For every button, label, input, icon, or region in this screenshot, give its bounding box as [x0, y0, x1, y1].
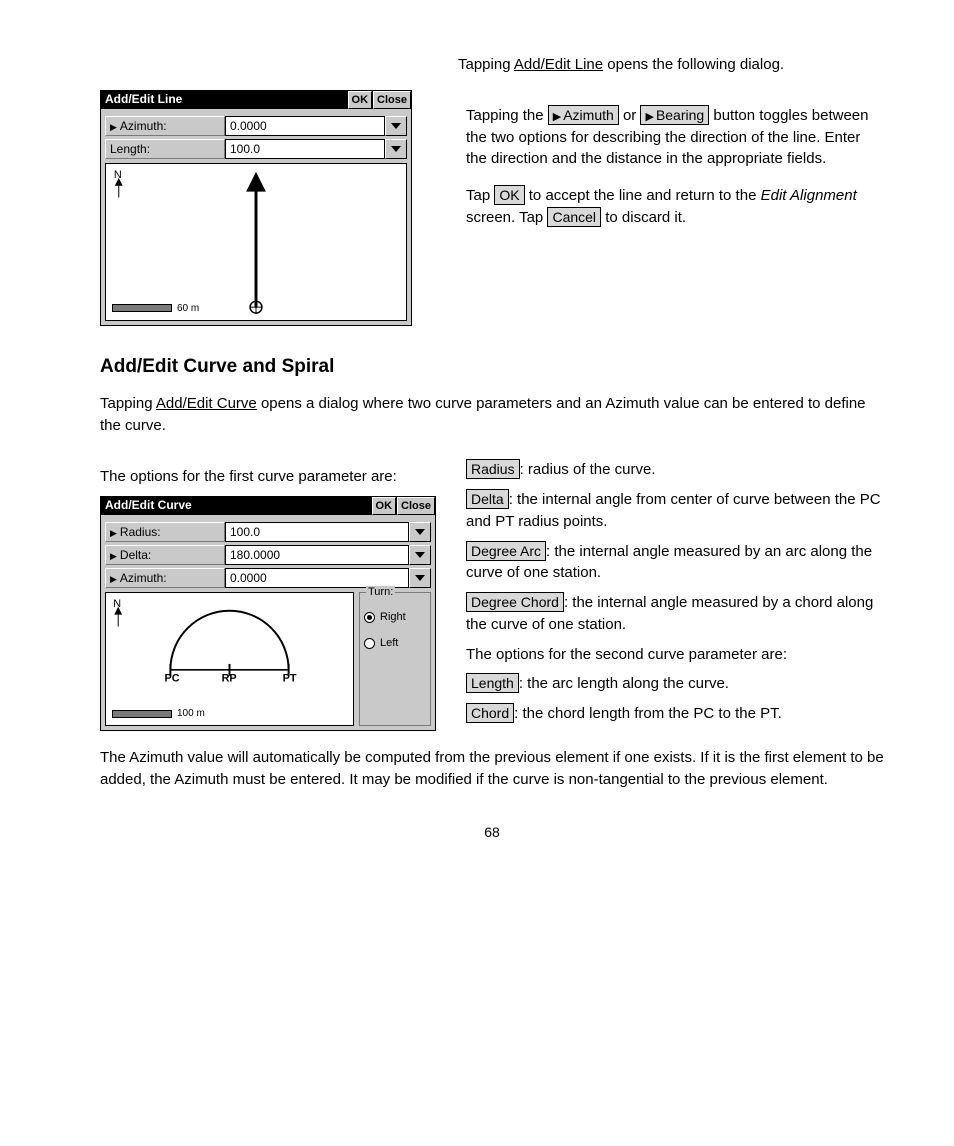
opt-length: Length: the arc length along the curve.: [466, 673, 884, 695]
delta-button-ref: Delta: [466, 489, 509, 509]
line-para-1: Tapping the ▶Azimuth or ▶Bearing button …: [466, 105, 884, 170]
degree-arc-button-ref: Degree Arc: [466, 541, 546, 561]
add-edit-line-link: Add/Edit Line: [514, 56, 603, 73]
add-edit-line-dialog: Add/Edit Line OK Close ▶Azimuth: 0.0000 …: [100, 90, 412, 326]
options-intro: The options for the first curve paramete…: [100, 466, 448, 488]
line-lead-sentence: Tapping Add/Edit Line opens the followin…: [458, 54, 884, 76]
opt-degree-arc: Degree Arc: the internal angle measured …: [466, 541, 884, 585]
ok-button-ref: OK: [494, 185, 524, 205]
curve-lead-sentence: Tapping Add/Edit Curve opens a dialog wh…: [100, 393, 884, 437]
cancel-button-ref: Cancel: [547, 207, 601, 227]
azimuth-dropdown[interactable]: [385, 116, 407, 136]
dialog-titlebar: Add/Edit Line OK Close: [101, 91, 411, 109]
opt-radius: Radius: radius of the curve.: [466, 459, 884, 481]
ok-button[interactable]: OK: [372, 497, 397, 515]
chord-button-ref: Chord: [466, 703, 514, 723]
radius-input[interactable]: 100.0: [225, 522, 409, 542]
delta-input[interactable]: 180.0000: [225, 545, 409, 565]
close-button[interactable]: Close: [397, 497, 435, 515]
close-button[interactable]: Close: [373, 91, 411, 109]
degree-chord-button-ref: Degree Chord: [466, 592, 564, 612]
options2-intro: The options for the second curve paramet…: [466, 644, 884, 666]
azimuth-input[interactable]: 0.0000: [225, 568, 409, 588]
svg-text:PT: PT: [283, 673, 297, 685]
dialog-titlebar: Add/Edit Curve OK Close: [101, 497, 435, 515]
azimuth-picklist[interactable]: ▶Azimuth:: [105, 116, 225, 136]
svg-text:RP: RP: [222, 673, 237, 685]
add-edit-curve-dialog: Add/Edit Curve OK Close ▶Radius: 100.0 ▶…: [100, 496, 436, 731]
line-preview: N 60 m: [105, 163, 407, 321]
page-number: 68: [100, 824, 884, 840]
opt-degree-chord: Degree Chord: the internal angle measure…: [466, 592, 884, 636]
svg-text:PC: PC: [164, 673, 179, 685]
svg-text:N: N: [113, 598, 121, 610]
curve-preview: N PC RP PT: [105, 592, 354, 726]
curve-heading: Add/Edit Curve and Spiral: [100, 356, 884, 378]
dialog-title: Add/Edit Curve: [101, 497, 371, 515]
line-para-2: Tap OK to accept the line and return to …: [466, 185, 884, 229]
svg-text:N: N: [114, 169, 122, 181]
delta-dropdown[interactable]: [409, 545, 431, 565]
length-label: Length:: [105, 139, 225, 159]
azimuth-input[interactable]: 0.0000: [225, 116, 385, 136]
turn-group: Turn: Right Left: [359, 592, 431, 726]
opt-delta: Delta: the internal angle from center of…: [466, 489, 884, 533]
scale-bar: 100 m: [112, 708, 205, 719]
azimuth-picklist[interactable]: ▶Azimuth:: [105, 568, 225, 588]
scale-bar: 60 m: [112, 303, 199, 314]
length-dropdown[interactable]: [385, 139, 407, 159]
azimuth-dropdown[interactable]: [409, 568, 431, 588]
opt-chord: Chord: the chord length from the PC to t…: [466, 703, 884, 725]
length-button-ref: Length: [466, 673, 519, 693]
length-input[interactable]: 100.0: [225, 139, 385, 159]
turn-left-radio[interactable]: Left: [364, 637, 426, 649]
turn-right-radio[interactable]: Right: [364, 611, 426, 623]
ok-button[interactable]: OK: [348, 91, 373, 109]
radius-button-ref: Radius: [466, 459, 520, 479]
radius-dropdown[interactable]: [409, 522, 431, 542]
delta-picklist[interactable]: ▶Delta:: [105, 545, 225, 565]
curve-bottom-para: The Azimuth value will automatically be …: [100, 747, 884, 791]
turn-legend: Turn:: [366, 586, 395, 598]
azimuth-button-ref: ▶Azimuth: [548, 105, 619, 125]
bearing-button-ref: ▶Bearing: [640, 105, 709, 125]
radius-picklist[interactable]: ▶Radius:: [105, 522, 225, 542]
add-edit-curve-link: Add/Edit Curve: [156, 395, 257, 412]
dialog-title: Add/Edit Line: [101, 91, 347, 109]
